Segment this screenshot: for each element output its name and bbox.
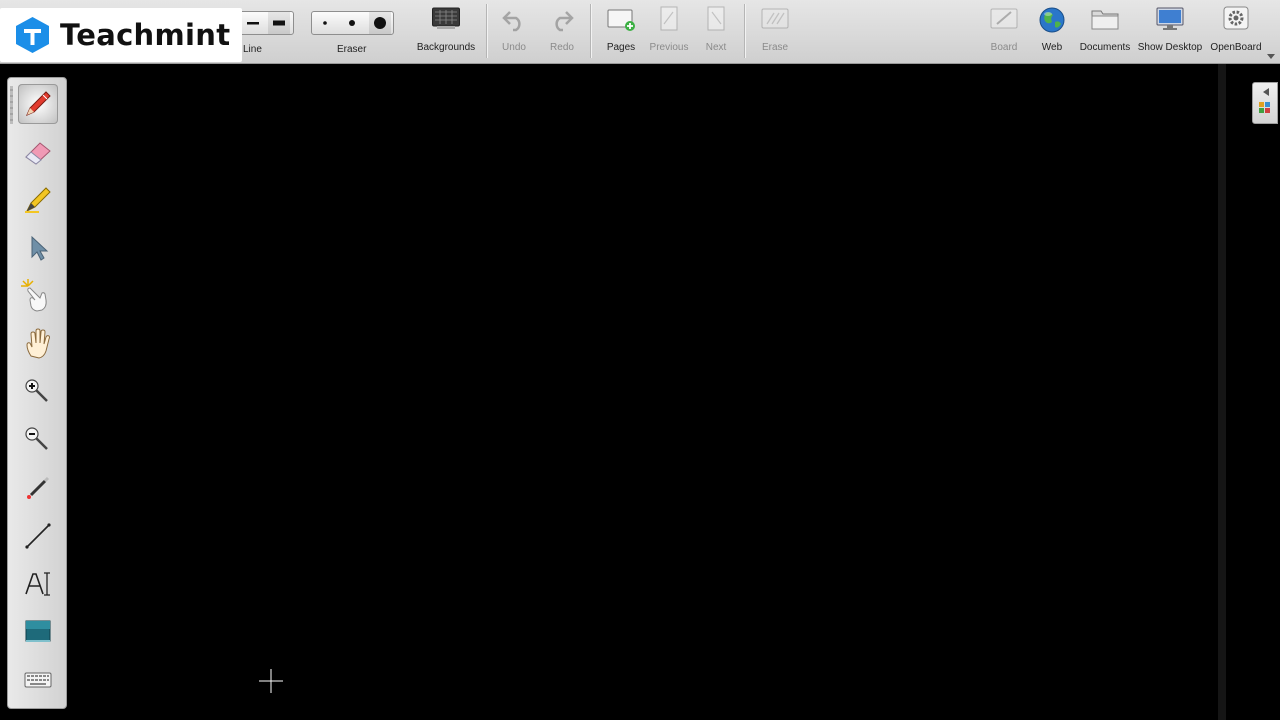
redo-icon — [542, 6, 582, 36]
erase-board-button[interactable]: Erase — [755, 6, 795, 53]
backgrounds-icon — [414, 6, 478, 36]
backgrounds-button[interactable]: Backgrounds — [414, 6, 478, 53]
previous-page-icon — [646, 6, 692, 36]
undo-button[interactable]: Undo — [494, 6, 534, 53]
library-panel-icon — [1259, 88, 1270, 113]
main-toolbar: Line Eraser Backgrounds Undo Redo Pages … — [0, 0, 1280, 64]
web-browser-button[interactable]: Web — [1032, 6, 1072, 53]
monitor-icon — [1136, 6, 1204, 36]
teachmint-logo-icon — [16, 17, 49, 53]
text-tool[interactable] — [18, 564, 58, 604]
openboard-window: Line Eraser Backgrounds Undo Redo Pages … — [0, 0, 1280, 720]
eraser-tool[interactable] — [18, 132, 58, 172]
gear-icon — [1208, 6, 1264, 36]
pan-tool[interactable] — [18, 324, 58, 364]
toolbar-separator — [590, 4, 592, 58]
laser-pointer-icon — [27, 476, 50, 499]
zoom-out-tool[interactable] — [18, 420, 58, 460]
previous-page-button[interactable]: Previous — [646, 6, 692, 53]
documents-button[interactable]: Documents — [1078, 6, 1132, 53]
highlighter-icon — [25, 187, 51, 213]
pen-tool[interactable] — [18, 84, 58, 124]
capture-icon — [25, 620, 51, 642]
more-options-icon[interactable] — [1267, 47, 1275, 65]
line-thick-button[interactable] — [268, 12, 290, 34]
board-icon — [984, 6, 1024, 36]
openboard-menu-button[interactable]: OpenBoard — [1208, 6, 1264, 53]
drawing-board[interactable] — [70, 65, 1218, 720]
selector-tool[interactable] — [18, 228, 58, 268]
line-width-group — [238, 11, 294, 35]
eraser-label: Eraser — [337, 44, 367, 55]
virtual-keyboard-tool[interactable] — [18, 660, 58, 700]
library-panel-toggle[interactable] — [1252, 82, 1278, 124]
highlighter-tool[interactable] — [18, 180, 58, 220]
eraser-small-button[interactable] — [314, 12, 336, 34]
teachmint-watermark: Teachmint — [0, 8, 242, 62]
interact-hand-icon — [21, 279, 47, 312]
pen-icon — [26, 91, 51, 116]
show-desktop-button[interactable]: Show Desktop — [1136, 6, 1204, 53]
undo-icon — [494, 6, 534, 36]
board-mode-button[interactable]: Board — [984, 6, 1024, 53]
erase-board-icon — [755, 6, 795, 36]
interact-tool[interactable] — [18, 276, 58, 316]
selector-icon — [31, 235, 49, 261]
tool-palette — [7, 77, 67, 709]
eraser-medium-button[interactable] — [341, 12, 363, 34]
zoom-in-tool[interactable] — [18, 372, 58, 412]
text-tool-icon — [25, 572, 50, 596]
toolbar-separator — [744, 4, 746, 58]
redo-button[interactable]: Redo — [542, 6, 582, 53]
eraser-large-button[interactable] — [369, 12, 391, 34]
pan-hand-icon — [26, 328, 50, 359]
zoom-out-icon — [25, 427, 48, 450]
capture-tool[interactable] — [18, 612, 58, 652]
line-tool-icon — [25, 523, 51, 549]
board-right-edge — [1218, 64, 1226, 720]
eraser-icon — [25, 142, 51, 165]
zoom-in-icon — [25, 379, 48, 402]
line-medium-button[interactable] — [242, 12, 264, 34]
keyboard-icon — [24, 672, 52, 688]
toolbar-separator — [486, 4, 488, 58]
globe-icon — [1032, 6, 1072, 36]
next-page-button[interactable]: Next — [696, 6, 736, 53]
next-page-icon — [696, 6, 736, 36]
palette-grip-icon[interactable] — [10, 86, 13, 124]
teachmint-brand-text: Teachmint — [60, 18, 231, 52]
eraser-size-group — [311, 11, 394, 35]
line-tool[interactable] — [18, 516, 58, 556]
line-label: Line — [243, 44, 262, 55]
crosshair-cursor-icon — [259, 669, 283, 693]
folder-icon — [1078, 6, 1132, 36]
laser-pointer-tool[interactable] — [18, 468, 58, 508]
add-page-icon — [600, 6, 642, 36]
add-page-button[interactable]: Pages — [600, 6, 642, 53]
